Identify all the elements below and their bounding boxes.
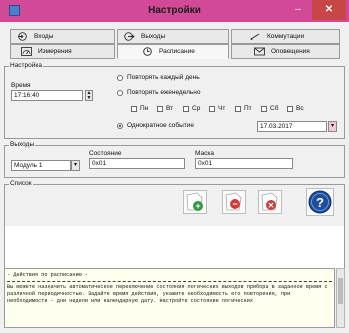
outputs-group: Выходы Модуль 1 ▾ Состояние 0x01 Маска 0… [4,141,345,178]
mask-label: Маска [195,150,214,157]
tab-commutations[interactable]: Коммутации [231,29,340,44]
day-tue-checkbox[interactable] [157,106,163,112]
input-arrow-icon [18,32,27,41]
day-sun-label: Вс [296,105,304,112]
delete-icon: ✕ [261,192,278,211]
day-fri-checkbox[interactable] [235,106,241,112]
add-button[interactable]: + [183,190,207,214]
list-group-label: Список [9,180,33,187]
help-icon: ? [308,190,332,214]
tab-commutations-label: Коммутации [267,33,305,40]
day-mon-checkbox[interactable] [131,106,137,112]
console-scrollbar[interactable] [336,268,345,328]
tab-outputs-label: Выходы [141,33,166,40]
minimize-button[interactable]: – [287,0,309,20]
one-time-label: Однократное событие [127,122,194,129]
output-arrow-icon [124,32,135,41]
console-body: Вы можете назначить автоматическое перек… [7,284,328,304]
day-sat-checkbox[interactable] [261,106,267,112]
module-dropdown-button[interactable]: ▾ [71,160,80,171]
calendar-dropdown-button[interactable]: ▾ [328,121,337,132]
tab-notifications[interactable]: Оповещения [231,44,340,59]
tab-row-1: Входы Выходы Коммутации [10,29,340,44]
day-sun-checkbox[interactable] [287,106,293,112]
tab-inputs-label: Входы [34,33,54,40]
day-thu-checkbox[interactable] [209,106,215,112]
list-group: Список [4,180,345,226]
time-spinner[interactable]: ▲ ▼ [85,90,93,101]
title-bar[interactable]: Настройки – ✕ [0,0,349,22]
gauge-icon [21,47,32,56]
state-input[interactable]: 0x01 [89,158,185,169]
add-icon: + [186,192,203,211]
envelope-icon [254,47,265,56]
day-tue-label: Вт [166,105,174,112]
repeat-daily-radio[interactable] [117,75,123,81]
tab-notifications-label: Оповещения [271,48,310,55]
settings-window: Настройки – ✕ Входы Выходы Коммутации Из… [0,0,349,333]
tab-outputs[interactable]: Выходы [117,29,229,44]
day-thu-label: Чт [218,105,226,112]
tab-measurements[interactable]: Измерения [10,44,115,59]
one-time-radio[interactable] [117,123,123,129]
day-mon-label: Пн [140,105,149,112]
settings-group: Настройка Время 17:16:40 ▲ ▼ Повторять ка… [4,62,345,139]
remove-icon: − [225,192,242,211]
remove-symbol: − [232,199,237,209]
day-wed-label: Ср [192,105,201,112]
settings-group-label: Настройка [9,62,43,69]
outputs-group-label: Выходы [9,141,36,148]
scrollbar-thumb[interactable] [338,278,343,304]
repeat-weekly-label: Повторять еженедельно [127,89,201,96]
tab-measurements-label: Измерения [38,48,72,55]
remove-button[interactable]: − [222,190,246,214]
day-sat-label: Сб [270,105,279,112]
help-symbol: ? [316,195,324,210]
module-select[interactable]: Модуль 1 [11,160,71,171]
tab-row-2: Измерения Расписание Оповещения [10,44,340,59]
close-button[interactable]: ✕ [312,0,346,20]
console-heading: - Действия по расписанию - [7,272,88,278]
clock-icon [143,47,152,56]
repeat-weekly-radio[interactable] [117,90,123,96]
tab-inputs[interactable]: Входы [10,29,115,44]
date-input[interactable]: 17.03.2017 [257,121,327,132]
time-label: Время [11,82,31,89]
tab-schedule[interactable]: Расписание [117,44,229,59]
help-button[interactable]: ? [306,188,334,216]
tab-schedule-label: Расписание [159,48,195,55]
time-input[interactable]: 17:16:40 [11,90,83,101]
delete-button[interactable]: ✕ [258,190,282,214]
repeat-daily-label: Повторять каждый день [127,74,200,81]
delete-symbol: ✕ [268,201,275,210]
mask-input[interactable]: 0x01 [195,158,293,169]
help-console: - Действия по расписанию - Вы можете наз… [4,268,335,328]
day-fri-label: Пт [244,105,252,112]
console-divider [7,281,332,282]
switch-icon [250,33,260,40]
add-symbol: + [195,201,200,211]
state-label: Состояние [89,150,122,157]
day-wed-checkbox[interactable] [183,106,189,112]
schedule-list[interactable] [4,226,345,268]
